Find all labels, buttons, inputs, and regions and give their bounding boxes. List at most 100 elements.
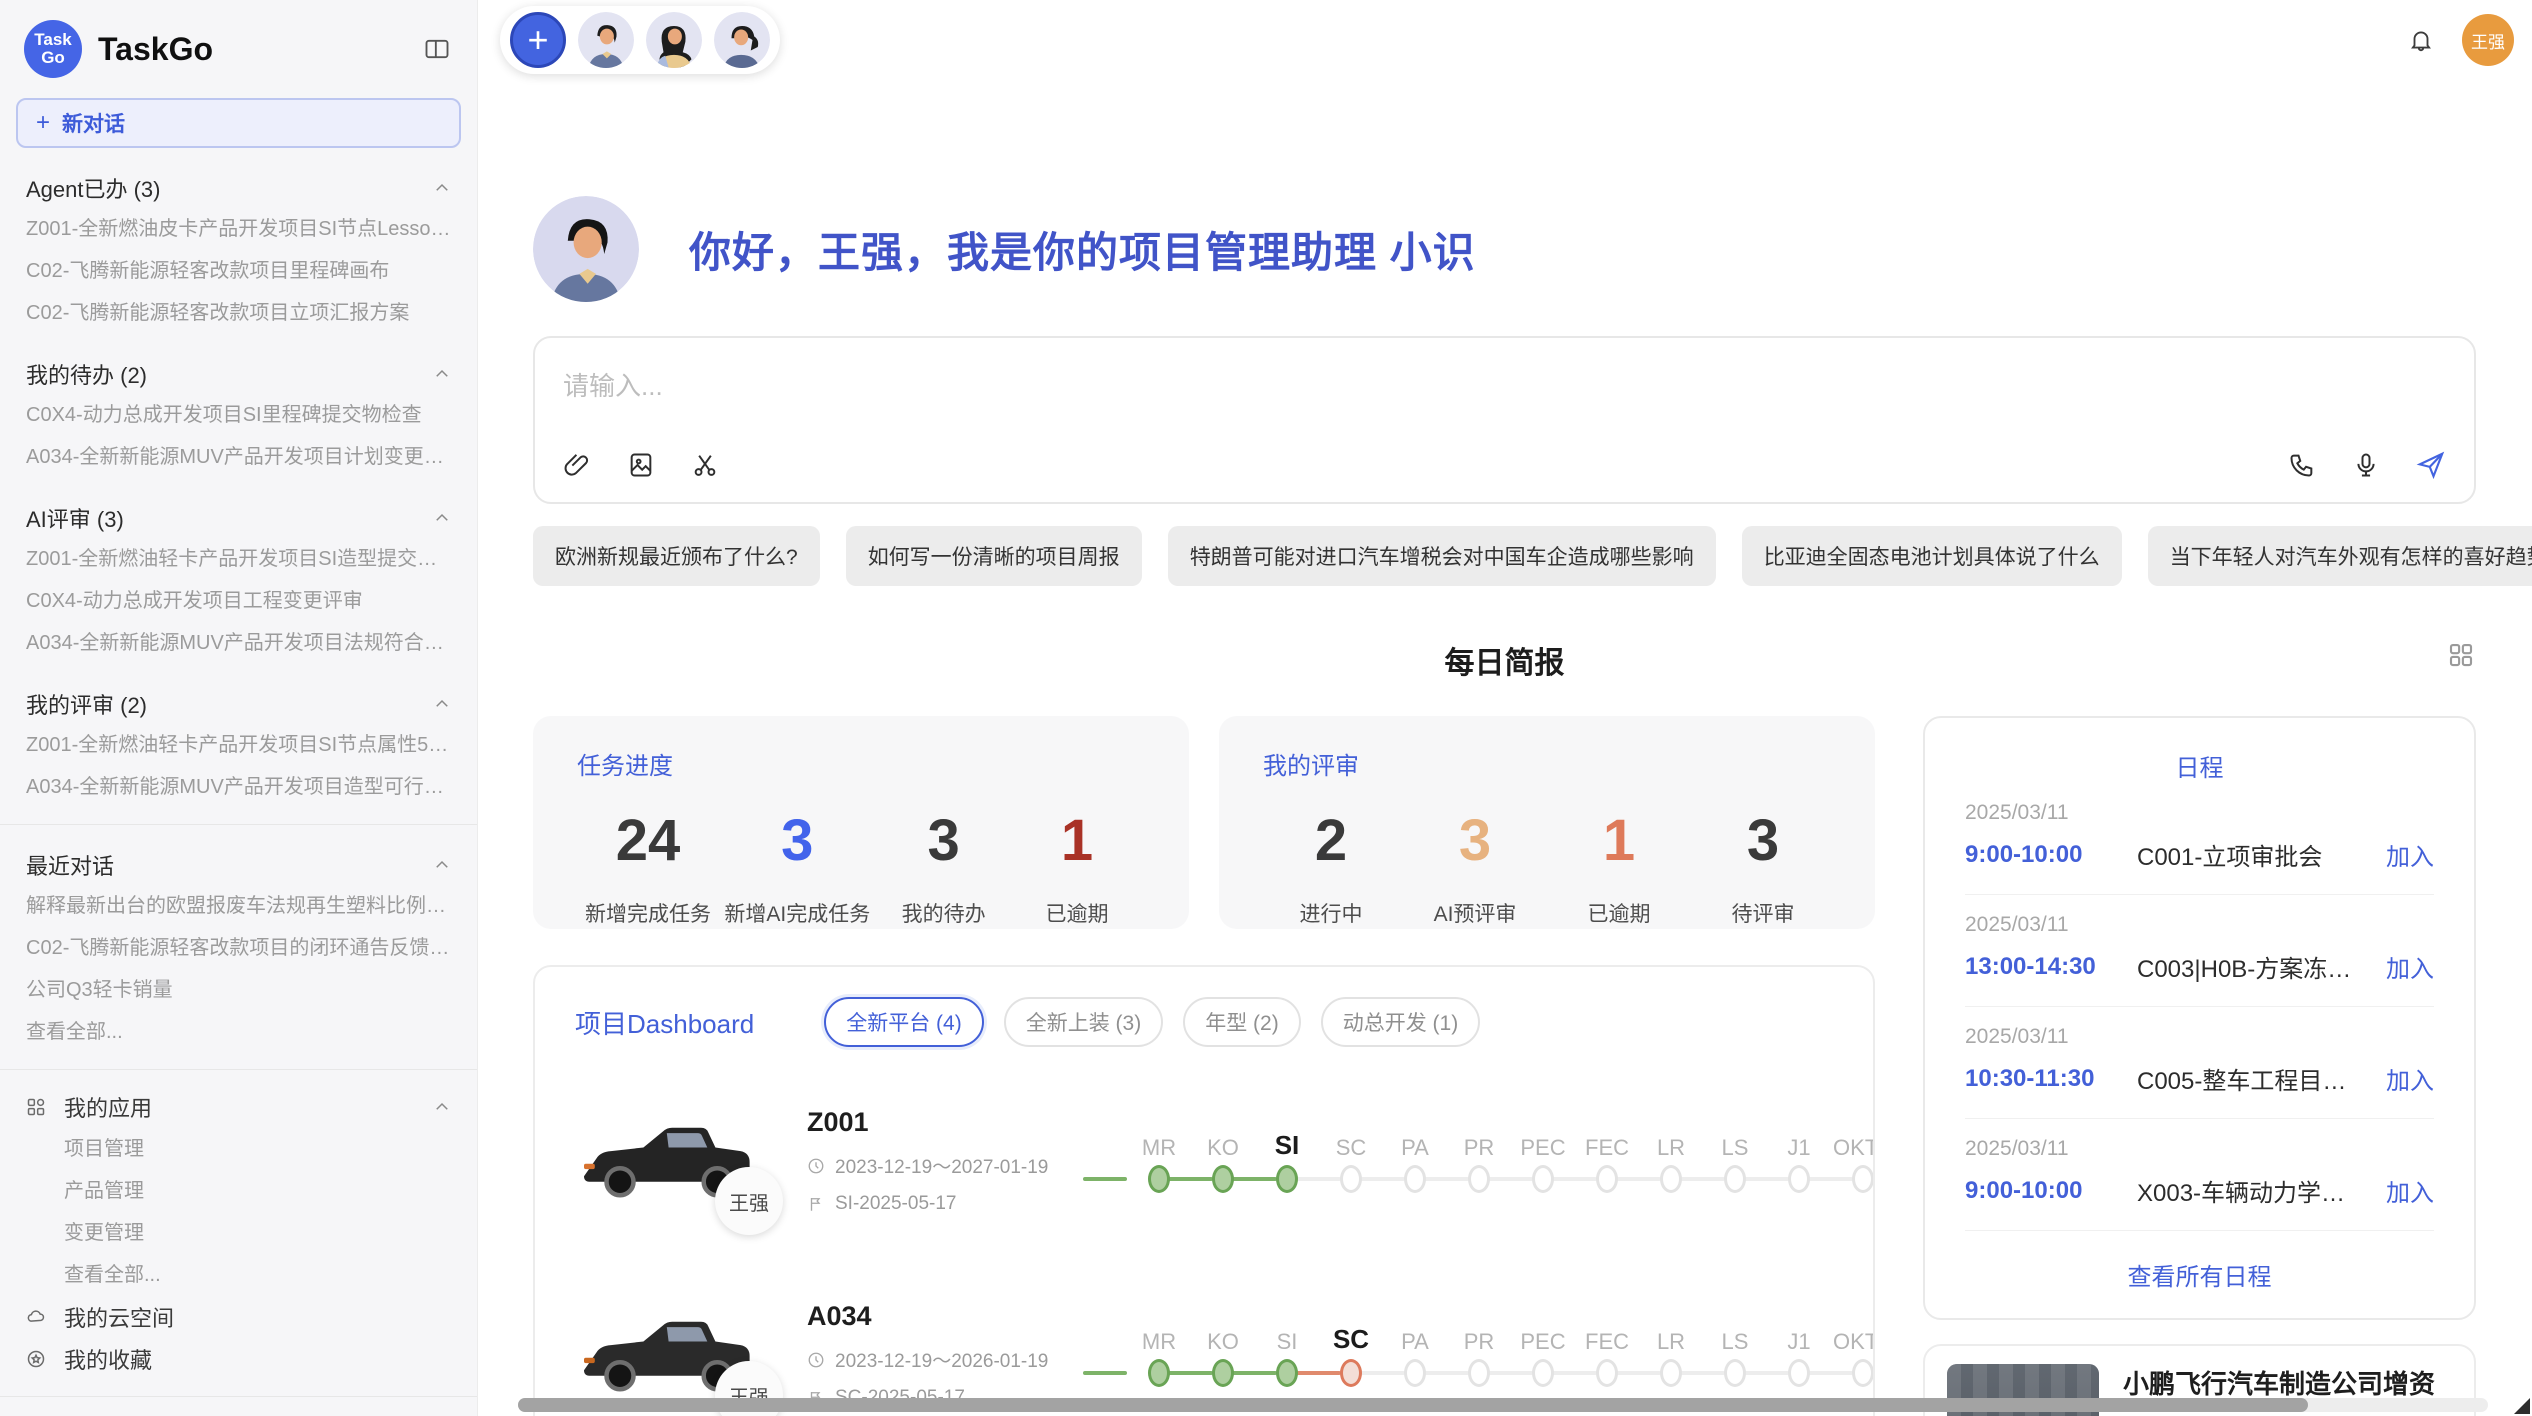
cloud-icon	[26, 1306, 48, 1328]
sidebar-item-project-mgmt[interactable]: 项目管理	[0, 1128, 477, 1170]
milestone-label: FEC	[1585, 1125, 1629, 1161]
list-item[interactable]: C02-飞腾新能源轻客改款项目立项汇报方案	[0, 292, 477, 334]
dashboard-tabs: 全新平台 (4) 全新上装 (3) 年型 (2) 动总开发 (1)	[824, 997, 1480, 1047]
schedule-name: C001-立项审批会	[2137, 837, 2368, 872]
schedule-item: 2025/03/11 9:00-10:00 C001-立项审批会 加入	[1965, 801, 2434, 894]
tab-new-platform[interactable]: 全新平台 (4)	[824, 997, 984, 1047]
task-progress-card: 任务进度 24新增完成任务 3新增AI完成任务 3我的待办 1已逾期	[533, 716, 1189, 929]
composer-placeholder: 请输入...	[563, 366, 2446, 403]
user-name: 王强	[2471, 28, 2505, 53]
view-all-apps[interactable]: 查看全部...	[0, 1254, 477, 1296]
schedule-date: 2025/03/11	[1965, 913, 2434, 937]
scrollbar-thumb[interactable]	[518, 1398, 2308, 1412]
app-title: TaskGo	[98, 31, 423, 68]
view-all-recent[interactable]: 查看全部...	[0, 1011, 477, 1053]
briefing-right-column: 日程 2025/03/11 9:00-10:00 C001-立项审批会 加入 2	[1923, 716, 2476, 1416]
sidebar-item-product-mgmt[interactable]: 产品管理	[0, 1170, 477, 1212]
avatar[interactable]	[714, 12, 770, 68]
join-button[interactable]: 加入	[2386, 1061, 2434, 1096]
section-ai-review[interactable]: AI评审 (3)	[26, 502, 451, 534]
section-recent-chats[interactable]: 最近对话	[26, 849, 451, 881]
view-all-schedule-link[interactable]: 查看所有日程	[1965, 1257, 2434, 1292]
section-label: Agent已办 (3)	[26, 172, 433, 204]
plus-icon: +	[527, 19, 548, 61]
list-item[interactable]: C02-飞腾新能源轻客改款项目的闭环通告反馈情况	[0, 927, 477, 969]
image-icon[interactable]	[627, 451, 655, 479]
list-item[interactable]: A034-全新新能源MUV产品开发项目造型可行性评审	[0, 766, 477, 808]
new-chat-button[interactable]: + 新对话	[16, 98, 461, 148]
list-item[interactable]: C02-飞腾新能源轻客改款项目里程碑画布	[0, 250, 477, 292]
team-pill-bar: +	[500, 6, 780, 74]
project-dates: 2023-12-19～2027-01-19	[807, 1152, 1057, 1179]
divider	[1965, 894, 2434, 895]
milestone-label: J1	[1787, 1319, 1810, 1355]
avatar[interactable]	[578, 12, 634, 68]
card-label: 我的评审	[1263, 746, 1831, 781]
suggestion-chip[interactable]: 欧洲新规最近颁布了什么?	[533, 526, 820, 586]
tab-new-body[interactable]: 全新上装 (3)	[1004, 997, 1164, 1047]
list-item[interactable]: A034-全新新能源MUV产品开发项目计划变更表编写	[0, 436, 477, 478]
horizontal-scrollbar[interactable]	[518, 1398, 2488, 1412]
sidebar-item-change-mgmt[interactable]: 变更管理	[0, 1212, 477, 1254]
suggestion-chip[interactable]: 比亚迪全固态电池计划具体说了什么	[1742, 526, 2122, 586]
sidebar-item-cloud-space[interactable]: 我的云空间	[0, 1296, 477, 1338]
composer-toolbar	[563, 450, 2446, 480]
list-item[interactable]: Z001-全新燃油轻卡产品开发项目SI节点属性5D文件评审	[0, 724, 477, 766]
news-title: 小鹏飞行汽车制造公司增资	[2123, 1364, 2452, 1401]
milestone-dot	[1831, 1161, 1875, 1197]
plus-icon: +	[36, 109, 50, 137]
logo-text-bottom: Go	[41, 49, 65, 67]
collapse-sidebar-icon[interactable]	[423, 35, 451, 63]
top-right-controls: 王强	[2408, 14, 2514, 66]
tab-powertrain[interactable]: 动总开发 (1)	[1321, 997, 1481, 1047]
milestone-label: KO	[1207, 1125, 1239, 1161]
tab-year-model[interactable]: 年型 (2)	[1183, 997, 1301, 1047]
suggestion-chip[interactable]: 如何写一份清晰的项目周报	[846, 526, 1142, 586]
milestone-label: MR	[1142, 1125, 1176, 1161]
milestone-label: PEC	[1520, 1125, 1565, 1161]
sidebar-item-my-apps[interactable]: 我的应用	[0, 1086, 477, 1128]
milestone-label: FEC	[1585, 1319, 1629, 1355]
section-my-review[interactable]: 我的评审 (2)	[26, 688, 451, 720]
send-icon[interactable]	[2416, 450, 2446, 480]
schedule-date: 2025/03/11	[1965, 801, 2434, 825]
attachment-icon[interactable]	[563, 451, 591, 479]
notification-bell-icon[interactable]	[2408, 27, 2434, 53]
user-avatar[interactable]: 王强	[2462, 14, 2514, 66]
list-item[interactable]: A034-全新新能源MUV产品开发项目法规符合性评审	[0, 622, 477, 664]
message-composer[interactable]: 请输入...	[533, 336, 2476, 504]
section-agent-done[interactable]: Agent已办 (3)	[26, 172, 451, 204]
list-item[interactable]: Z001-全新燃油皮卡产品开发项目SI节点Lesson Learn报告	[0, 208, 477, 250]
project-dashboard-card: 项目Dashboard 全新平台 (4) 全新上装 (3) 年型 (2) 动总开…	[533, 965, 1875, 1416]
schedule-name: X003-车辆动力学性能验...	[2137, 1173, 2368, 1208]
list-item[interactable]: C0X4-动力总成开发项目工程变更评审	[0, 580, 477, 622]
avatar[interactable]	[646, 12, 702, 68]
milestone-label: PR	[1464, 1319, 1495, 1355]
chevron-up-icon	[433, 365, 451, 383]
layout-grid-icon[interactable]	[2446, 640, 2476, 670]
join-button[interactable]: 加入	[2386, 837, 2434, 872]
phone-call-icon[interactable]	[2288, 451, 2316, 479]
my-apps-label: 我的应用	[64, 1091, 433, 1123]
list-item[interactable]: Z001-全新燃油轻卡产品开发项目SI造型提交物评审	[0, 538, 477, 580]
join-button[interactable]: 加入	[2386, 949, 2434, 984]
milestone-label: SI	[1275, 1125, 1300, 1161]
list-item[interactable]: 公司Q3轻卡销量	[0, 969, 477, 1011]
milestone-label: OKTB	[1833, 1125, 1875, 1161]
project-row[interactable]: 王强 Z001 2023-12-19～2027-01-19	[575, 1081, 1833, 1241]
microphone-icon[interactable]	[2352, 451, 2380, 479]
briefing-left-column: 任务进度 24新增完成任务 3新增AI完成任务 3我的待办 1已逾期 我的评审	[533, 716, 1875, 1416]
favorites-label: 我的收藏	[64, 1343, 451, 1375]
suggestion-chip[interactable]: 特朗普可能对进口汽车增税会对中国车企造成哪些影响	[1168, 526, 1716, 586]
suggestion-chip[interactable]: 当下年轻人对汽车外观有怎样的喜好趋势	[2148, 526, 2532, 586]
milestone-dot	[1831, 1355, 1875, 1391]
list-item[interactable]: C0X4-动力总成开发项目SI里程碑提交物检查	[0, 394, 477, 436]
section-my-todo[interactable]: 我的待办 (2)	[26, 358, 451, 390]
sidebar-item-favorites[interactable]: 我的收藏	[0, 1338, 477, 1380]
add-member-button[interactable]: +	[510, 12, 566, 68]
project-row[interactable]: 王强 A034 2023-12-19～2026-01-19	[575, 1275, 1833, 1416]
list-item[interactable]: 解释最新出台的欧盟报废车法规再生塑料比例被调至15%...	[0, 885, 477, 927]
stat: 3我的待办	[884, 807, 1004, 928]
join-button[interactable]: 加入	[2386, 1173, 2434, 1208]
scissors-icon[interactable]	[691, 451, 719, 479]
